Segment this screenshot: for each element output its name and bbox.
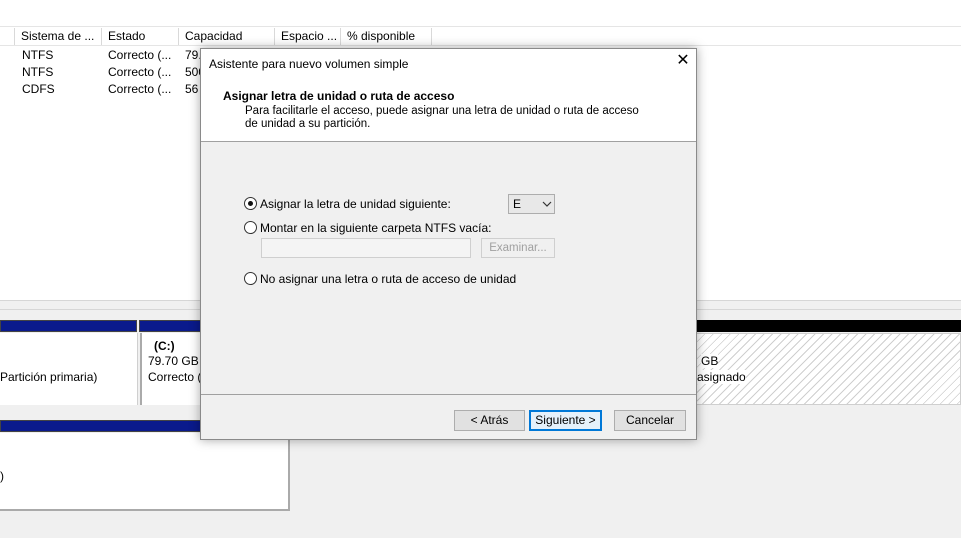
button-area-divider bbox=[201, 394, 696, 395]
unallocated-status: asignado bbox=[697, 370, 746, 384]
column-header-status[interactable]: Estado bbox=[102, 28, 179, 45]
volume-status: Correcto ( bbox=[148, 370, 202, 384]
partition-bar bbox=[0, 320, 137, 332]
drive-letter-select[interactable]: E bbox=[508, 194, 555, 214]
new-simple-volume-wizard: Asistente para nuevo volumen simple ✕ As… bbox=[200, 48, 697, 440]
unallocated-bar bbox=[697, 320, 961, 332]
volume-list-header: Sistema de ... Estado Capacidad Espacio … bbox=[0, 28, 961, 46]
folder-path-input[interactable] bbox=[261, 238, 471, 258]
column-header-percent-free[interactable]: % disponible bbox=[341, 28, 432, 45]
radio-mount-folder[interactable] bbox=[244, 221, 257, 234]
page-title: Asignar letra de unidad o ruta de acceso bbox=[223, 89, 455, 103]
close-icon[interactable]: ✕ bbox=[675, 52, 691, 70]
column-header-filesystem[interactable]: Sistema de ... bbox=[15, 28, 102, 45]
browse-button[interactable]: Examinar... bbox=[481, 238, 555, 258]
row-status: Correcto (... bbox=[108, 48, 172, 62]
list-divider bbox=[0, 26, 961, 27]
option-no-letter-label[interactable]: No asignar una letra o ruta de acceso de… bbox=[260, 272, 516, 286]
unallocated-region[interactable]: GB asignado bbox=[696, 333, 961, 405]
drive-letter-value: E bbox=[513, 197, 522, 211]
volume-name: (C:) bbox=[154, 339, 175, 353]
partition-type-label: Partición primaria) bbox=[0, 370, 98, 384]
row-status: Correcto (... bbox=[108, 82, 172, 96]
page-description: Para facilitarle el acceso, puede asigna… bbox=[245, 105, 639, 130]
row-status: Correcto (... bbox=[108, 65, 172, 79]
back-button[interactable]: < Atrás bbox=[454, 410, 525, 431]
column-header-capacity[interactable]: Capacidad bbox=[179, 28, 275, 45]
row-capacity: 56 bbox=[185, 82, 199, 96]
wizard-header: Asistente para nuevo volumen simple ✕ As… bbox=[201, 49, 696, 142]
partition-c[interactable]: (C:) 79.70 GB N Correcto ( bbox=[140, 333, 211, 405]
radio-no-letter[interactable] bbox=[244, 272, 257, 285]
row-filesystem: NTFS bbox=[22, 48, 54, 62]
row-filesystem: NTFS bbox=[22, 65, 54, 79]
option-mount-folder-label[interactable]: Montar en la siguiente carpeta NTFS vací… bbox=[260, 221, 491, 235]
partition-fragment: ) bbox=[0, 469, 4, 483]
partition-bar bbox=[0, 420, 201, 432]
dialog-title: Asistente para nuevo volumen simple bbox=[209, 57, 409, 71]
option-assign-letter-label[interactable]: Asignar la letra de unidad siguiente: bbox=[260, 197, 451, 211]
partition-system[interactable]: Partición primaria) bbox=[0, 333, 138, 405]
next-button[interactable]: Siguiente > bbox=[529, 410, 602, 431]
cancel-button[interactable]: Cancelar bbox=[614, 410, 686, 431]
partition-cdrom[interactable]: ) bbox=[0, 433, 290, 511]
chevron-down-icon bbox=[542, 201, 552, 207]
partition-bar bbox=[139, 320, 201, 332]
column-header-free-space[interactable]: Espacio ... bbox=[275, 28, 341, 45]
radio-assign-letter[interactable] bbox=[244, 197, 257, 210]
row-filesystem: CDFS bbox=[22, 82, 55, 96]
column-header-volume[interactable] bbox=[0, 28, 15, 45]
unallocated-size: GB bbox=[701, 354, 719, 368]
